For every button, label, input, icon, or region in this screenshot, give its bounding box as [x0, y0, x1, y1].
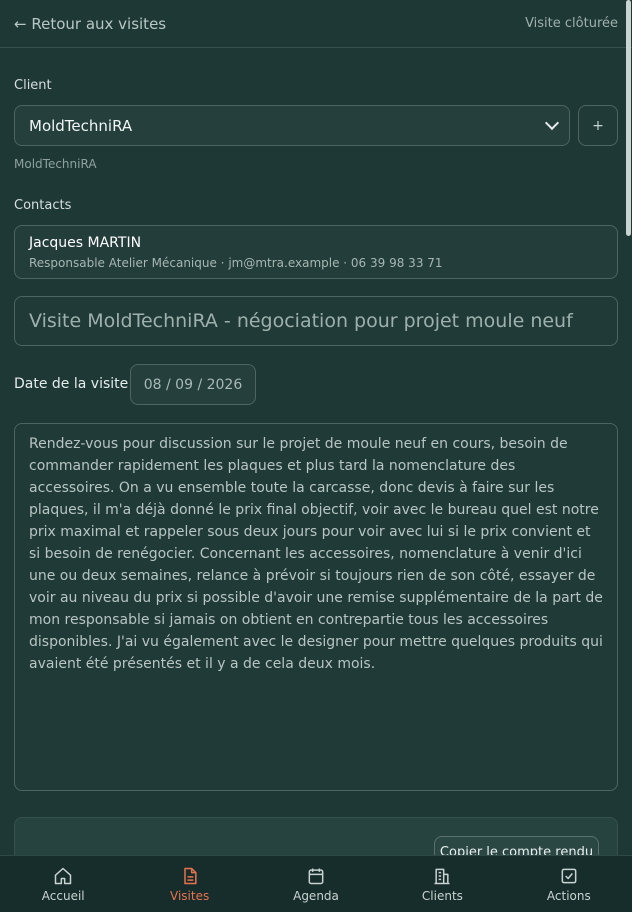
client-subtitle: MoldTechniRA	[14, 157, 97, 171]
nav-label: Visites	[170, 888, 210, 903]
nav-label: Clients	[421, 888, 463, 903]
home-icon	[54, 867, 72, 884]
calendar-icon	[308, 868, 324, 884]
visit-date-input[interactable]: 08 / 09 / 2026	[130, 364, 256, 405]
nav-item-actions[interactable]: Actions	[506, 856, 632, 912]
nav-item-visites[interactable]: Visites	[126, 856, 252, 912]
nav-item-clients[interactable]: Clients	[379, 856, 505, 912]
contact-name: Jacques MARTIN	[29, 235, 142, 251]
visit-date-label: Date de la visite	[14, 376, 129, 392]
client-label: Client	[14, 78, 52, 93]
client-select[interactable]: MoldTechniRA	[14, 105, 570, 146]
contact-details: Responsable Atelier Mécanique · jm@mtra.…	[29, 256, 443, 270]
checkbox-icon	[561, 868, 577, 883]
contact-card[interactable]: Jacques MARTIN Responsable Atelier Mécan…	[14, 225, 618, 279]
visit-status: Visite clôturée	[525, 16, 618, 31]
nav-label: Agenda	[293, 888, 339, 903]
nav-item-agenda[interactable]: Agenda	[253, 856, 379, 912]
visit-notes-textarea[interactable]: Rendez-vous pour discussion sur le proje…	[14, 423, 618, 791]
top-bar: ← Retour aux visites Visite clôturée	[0, 0, 632, 48]
scrollbar[interactable]	[626, 0, 631, 236]
contacts-label: Contacts	[14, 198, 72, 213]
building-icon	[434, 868, 450, 884]
bottom-nav: Accueil Visites Agenda Clients Actions	[0, 855, 632, 912]
document-icon	[183, 867, 197, 884]
chevron-down-icon	[544, 115, 560, 131]
nav-item-accueil[interactable]: Accueil	[0, 856, 126, 912]
back-to-visits-link[interactable]: ← Retour aux visites	[14, 15, 166, 33]
add-client-button[interactable]: +	[578, 105, 618, 146]
nav-label: Actions	[546, 888, 591, 903]
nav-label: Accueil	[41, 888, 85, 903]
client-select-value: MoldTechniRA	[29, 116, 133, 135]
visit-title-input[interactable]: Visite MoldTechniRA - négociation pour p…	[14, 296, 618, 346]
